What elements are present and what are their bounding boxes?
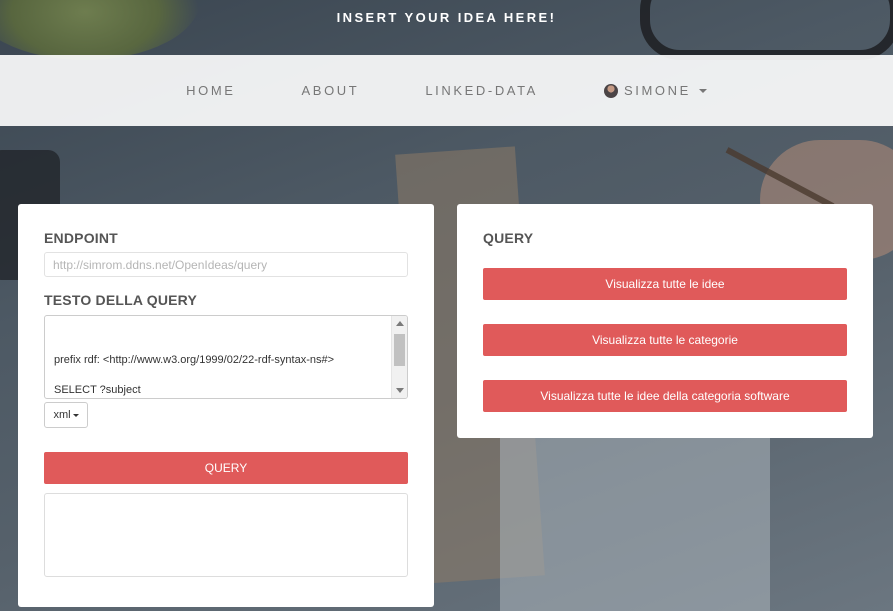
query-text: prefix rdf: <http://www.w3.org/1999/02/2… bbox=[54, 354, 335, 396]
endpoint-input[interactable]: http://simrom.ddns.net/OpenIdeas/query bbox=[44, 252, 408, 277]
query-textarea[interactable]: prefix rdf: <http://www.w3.org/1999/02/2… bbox=[44, 315, 408, 399]
background-plant bbox=[0, 0, 200, 60]
endpoint-label: ENDPOINT bbox=[44, 230, 118, 246]
nav-about[interactable]: ABOUT bbox=[302, 83, 360, 98]
chevron-down-icon bbox=[72, 413, 79, 417]
preset-queries-panel: QUERY Visualizza tutte le idee Visualizz… bbox=[457, 204, 873, 438]
avatar bbox=[603, 83, 618, 98]
query-result-box bbox=[44, 493, 408, 577]
user-name: SIMONE bbox=[623, 83, 691, 98]
query-text-label: TESTO DELLA QUERY bbox=[44, 292, 198, 308]
scroll-down-icon[interactable] bbox=[396, 388, 404, 393]
nav-home[interactable]: HOME bbox=[186, 83, 235, 98]
user-menu[interactable]: SIMONE bbox=[603, 83, 707, 98]
scroll-up-icon[interactable] bbox=[396, 321, 404, 326]
main-navbar: HOME ABOUT LINKED-DATA SIMONE bbox=[0, 55, 893, 126]
format-select[interactable]: xml bbox=[44, 402, 88, 428]
query-submit-button[interactable]: QUERY bbox=[44, 452, 408, 484]
nav-linked-data[interactable]: LINKED-DATA bbox=[425, 83, 538, 98]
scroll-thumb[interactable] bbox=[394, 334, 405, 366]
chevron-down-icon bbox=[698, 88, 707, 93]
view-all-ideas-button[interactable]: Visualizza tutte le idee bbox=[483, 268, 847, 300]
format-selected: xml bbox=[53, 409, 71, 421]
textarea-scrollbar[interactable] bbox=[391, 316, 407, 398]
view-software-ideas-button[interactable]: Visualizza tutte le idee della categoria… bbox=[483, 380, 847, 412]
background-paper bbox=[500, 430, 770, 611]
view-all-categories-button[interactable]: Visualizza tutte le categorie bbox=[483, 324, 847, 356]
background-glasses bbox=[640, 0, 893, 60]
preset-queries-title: QUERY bbox=[483, 230, 534, 246]
site-tagline: INSERT YOUR IDEA HERE! bbox=[336, 10, 557, 25]
query-panel: ENDPOINT http://simrom.ddns.net/OpenIdea… bbox=[18, 204, 434, 607]
